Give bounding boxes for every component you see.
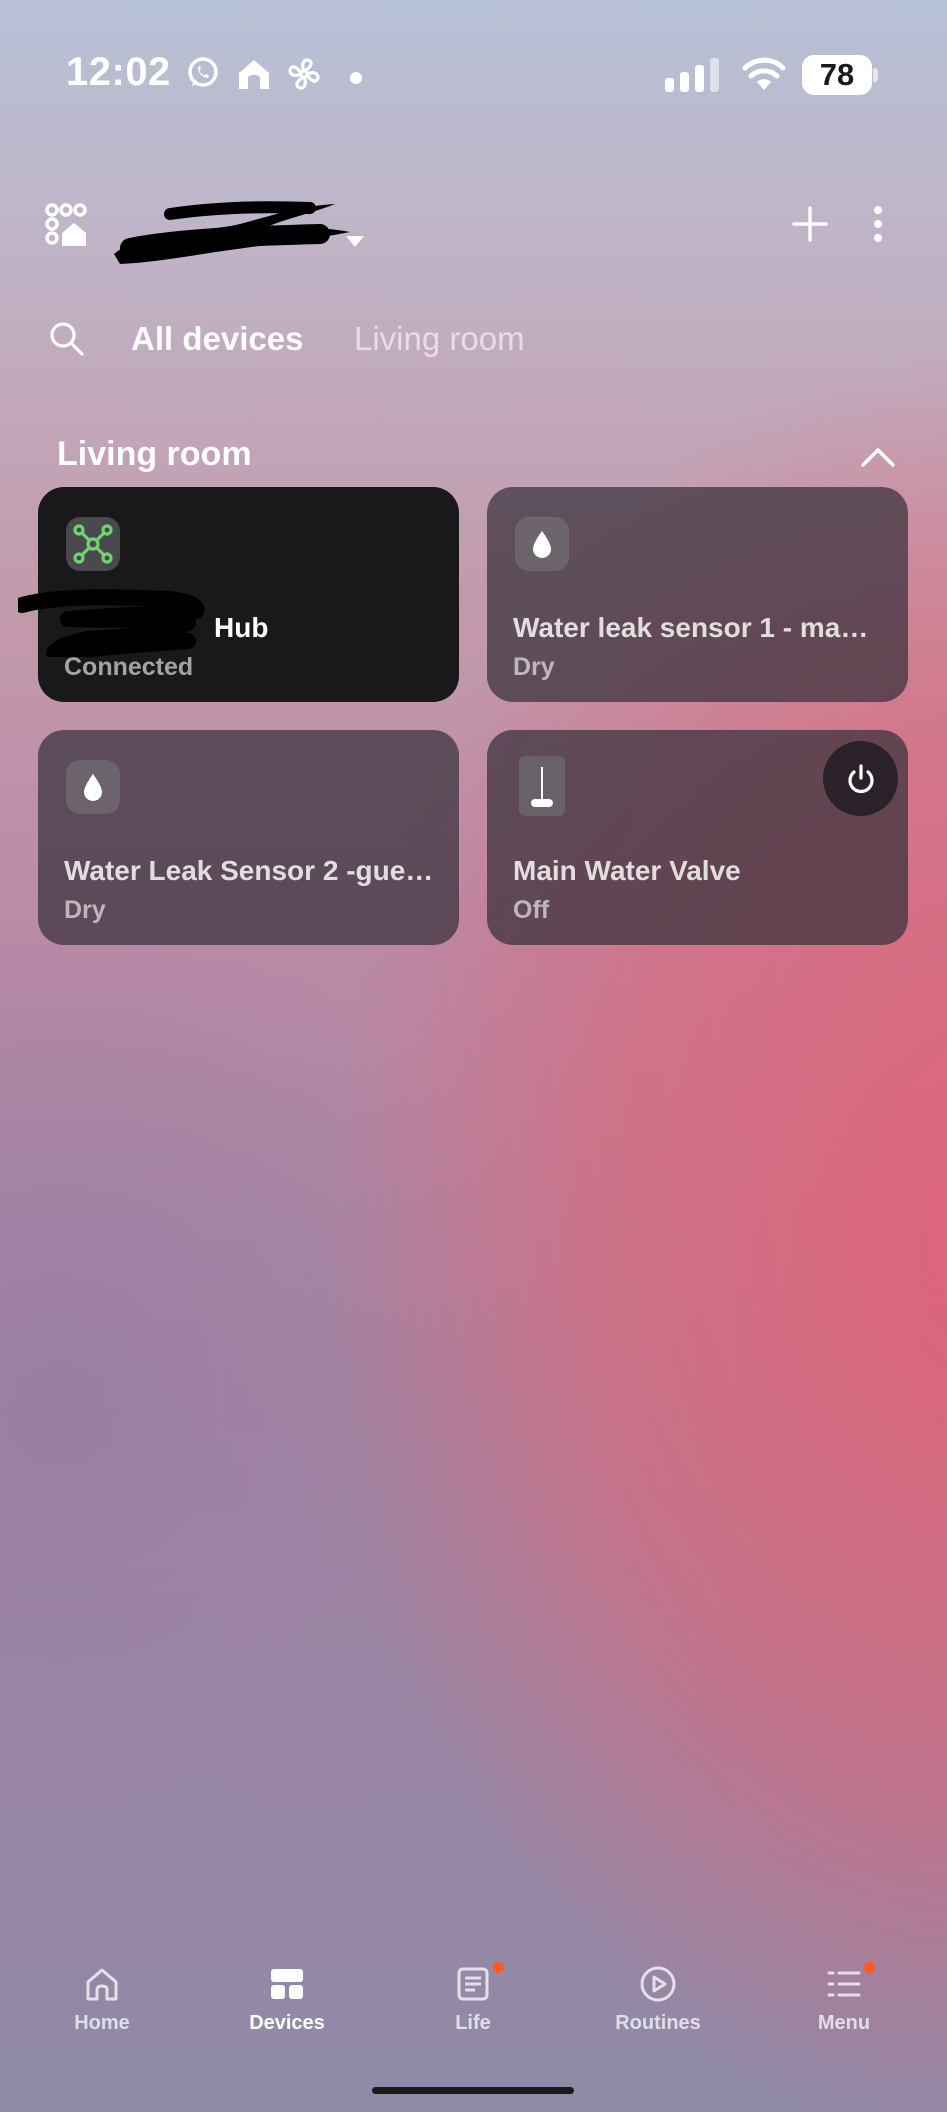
chevron-down-icon xyxy=(346,236,364,247)
notification-badge xyxy=(864,1962,875,1973)
hub-icon xyxy=(73,524,113,564)
home-icon xyxy=(86,1968,118,2001)
device-icon-box xyxy=(66,517,120,571)
home-switch-icon[interactable] xyxy=(44,202,90,253)
search-button[interactable] xyxy=(48,320,86,363)
nav-label: Menu xyxy=(817,2012,871,2034)
devices-icon xyxy=(271,1969,303,1999)
status-bar: 12:02 78 xyxy=(0,0,947,150)
menu-icon xyxy=(827,1971,861,1997)
cellular-signal-icon xyxy=(665,58,725,92)
device-icon-box xyxy=(66,760,120,814)
device-name: Main Water Valve xyxy=(513,855,741,886)
device-icon-box xyxy=(515,517,569,571)
water-drop-icon xyxy=(533,531,551,558)
home-indicator[interactable] xyxy=(372,2087,574,2094)
nav-menu[interactable]: Menu xyxy=(774,1960,914,2035)
nav-life[interactable]: Life xyxy=(403,1960,543,2035)
whatsapp-icon xyxy=(186,56,220,95)
add-device-button[interactable] xyxy=(790,204,830,244)
dot-icon xyxy=(350,71,362,89)
room-tabs: All devices Living room xyxy=(0,310,947,370)
status-time: 12:02 xyxy=(66,50,171,94)
life-icon xyxy=(457,1967,489,2001)
power-icon xyxy=(847,763,874,793)
home-name-selector[interactable] xyxy=(110,201,364,264)
nav-label: Home xyxy=(74,2012,130,2034)
device-status: Dry xyxy=(64,896,106,924)
redacted-home-name xyxy=(114,201,350,264)
nav-routines[interactable]: Routines xyxy=(588,1960,728,2035)
valve-icon xyxy=(531,767,553,807)
nav-label: Routines xyxy=(615,2012,701,2034)
device-name: Water Leak Sensor 2 -gue… xyxy=(64,855,434,886)
device-status: Dry xyxy=(513,653,555,681)
collapse-section-button[interactable] xyxy=(860,446,896,473)
nav-home[interactable]: Home xyxy=(32,1960,172,2035)
section-title: Living room xyxy=(57,435,252,473)
tab-living-room[interactable]: Living room xyxy=(354,320,525,358)
search-icon xyxy=(50,322,84,356)
tab-all-devices[interactable]: All devices xyxy=(131,320,303,358)
device-icon-box xyxy=(519,756,565,816)
more-options-button[interactable] xyxy=(866,204,890,244)
nav-label: Life xyxy=(455,2012,491,2034)
routines-icon xyxy=(640,1966,676,2002)
add-icon xyxy=(792,206,828,242)
device-status: Off xyxy=(513,896,550,924)
fan-icon xyxy=(286,56,322,97)
wifi-icon xyxy=(742,56,786,97)
nav-label: Devices xyxy=(249,2012,325,2034)
app-header xyxy=(0,180,947,264)
notification-badge xyxy=(493,1962,504,1973)
nav-devices[interactable]: Devices xyxy=(217,1960,357,2035)
smart-home-icon xyxy=(236,56,272,97)
chevron-up-icon xyxy=(861,448,895,467)
bottom-navigation: Home Devices Life Routines Menu xyxy=(0,1960,947,2060)
redacted-device-name xyxy=(18,589,205,657)
battery-indicator: 78 xyxy=(802,55,878,95)
device-card-water-leak-sensor-1[interactable]: Water leak sensor 1 - ma… Dry xyxy=(487,487,908,702)
device-card-hub[interactable]: Hub Connected xyxy=(18,487,459,702)
device-name: Water leak sensor 1 - ma… xyxy=(513,612,869,643)
device-card-water-leak-sensor-2[interactable]: Water Leak Sensor 2 -gue… Dry xyxy=(38,730,459,945)
battery-level: 78 xyxy=(802,55,872,95)
valve-power-button[interactable] xyxy=(823,741,898,816)
water-drop-icon xyxy=(84,774,102,801)
device-status: Connected xyxy=(64,653,194,681)
more-vertical-icon xyxy=(874,206,882,242)
device-card-main-water-valve[interactable]: Main Water Valve Off xyxy=(487,730,908,945)
